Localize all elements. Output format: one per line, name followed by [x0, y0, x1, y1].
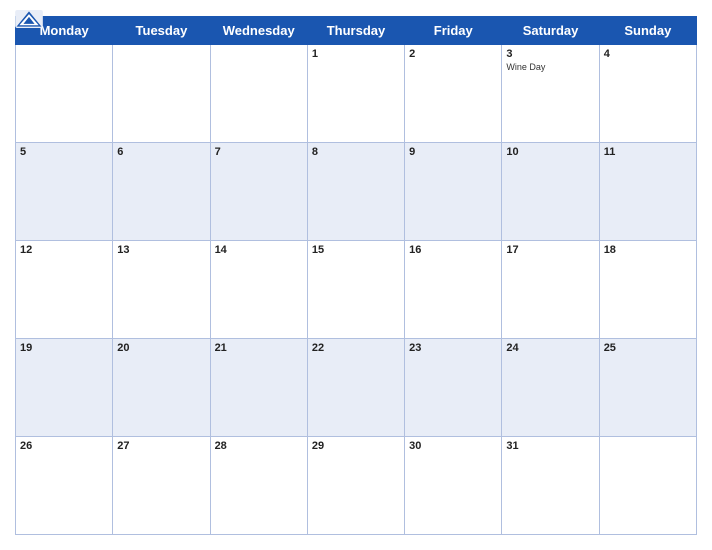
calendar-cell: 30: [405, 437, 502, 535]
calendar-cell: 12: [16, 241, 113, 339]
calendar-cell: 20: [113, 339, 210, 437]
calendar-cell: 1: [307, 45, 404, 143]
day-number: 3: [506, 48, 594, 60]
day-number: 1: [312, 48, 400, 60]
calendar-wrapper: MondayTuesdayWednesdayThursdayFridaySatu…: [0, 0, 712, 550]
day-number: 23: [409, 342, 497, 354]
day-number: 11: [604, 146, 692, 158]
weekday-header-wednesday: Wednesday: [210, 17, 307, 45]
calendar-cell: 15: [307, 241, 404, 339]
logo: [15, 10, 43, 29]
day-number: 20: [117, 342, 205, 354]
calendar-cell: 7: [210, 143, 307, 241]
calendar-cell: 19: [16, 339, 113, 437]
calendar-cell: 22: [307, 339, 404, 437]
day-number: 31: [506, 440, 594, 452]
day-number: 15: [312, 244, 400, 256]
day-number: 10: [506, 146, 594, 158]
calendar-cell: [210, 45, 307, 143]
logo-icon: [15, 10, 43, 28]
calendar-week-row: 123 Wine Day 4: [16, 45, 697, 143]
weekday-header-tuesday: Tuesday: [113, 17, 210, 45]
calendar-cell: 2: [405, 45, 502, 143]
weekday-header-friday: Friday: [405, 17, 502, 45]
calendar-cell: 28: [210, 437, 307, 535]
calendar-cell: [599, 437, 696, 535]
day-number: 24: [506, 342, 594, 354]
calendar-thead: MondayTuesdayWednesdayThursdayFridaySatu…: [16, 17, 697, 45]
weekday-header-thursday: Thursday: [307, 17, 404, 45]
calendar-week-row: 56789 10 11: [16, 143, 697, 241]
weekday-header-sunday: Sunday: [599, 17, 696, 45]
calendar-cell: 6: [113, 143, 210, 241]
calendar-cell: 13: [113, 241, 210, 339]
calendar-cell: 31: [502, 437, 599, 535]
day-number: 16: [409, 244, 497, 256]
calendar-tbody: 123Wine Day45678910111213141516171819202…: [16, 45, 697, 535]
day-number: 25: [604, 342, 692, 354]
calendar-cell: 23: [405, 339, 502, 437]
day-number: 8: [312, 146, 400, 158]
calendar-cell: 18: [599, 241, 696, 339]
day-number: 22: [312, 342, 400, 354]
day-number: 14: [215, 244, 303, 256]
weekday-header-saturday: Saturday: [502, 17, 599, 45]
day-number: 13: [117, 244, 205, 256]
calendar-table: MondayTuesdayWednesdayThursdayFridaySatu…: [15, 16, 697, 535]
calendar-cell: [16, 45, 113, 143]
day-number: 2: [409, 48, 497, 60]
day-number: 26: [20, 440, 108, 452]
day-number: 5: [20, 146, 108, 158]
day-number: 28: [215, 440, 303, 452]
holiday-label: Wine Day: [506, 62, 594, 72]
weekday-header-row: MondayTuesdayWednesdayThursdayFridaySatu…: [16, 17, 697, 45]
day-number: 30: [409, 440, 497, 452]
calendar-cell: 25: [599, 339, 696, 437]
calendar-cell: 16: [405, 241, 502, 339]
calendar-cell: 24: [502, 339, 599, 437]
day-number: 29: [312, 440, 400, 452]
calendar-week-row: 12 13 14 15 16 17 18: [16, 241, 697, 339]
calendar-cell: 3 Wine Day: [502, 45, 599, 143]
calendar-week-row: 19 20 21 22 23 24 25: [16, 339, 697, 437]
calendar-cell: 4: [599, 45, 696, 143]
day-number: 27: [117, 440, 205, 452]
calendar-cell: 11: [599, 143, 696, 241]
calendar-cell: [113, 45, 210, 143]
calendar-cell: 14: [210, 241, 307, 339]
calendar-cell: 27: [113, 437, 210, 535]
calendar-cell: 8: [307, 143, 404, 241]
day-number: 9: [409, 146, 497, 158]
calendar-cell: 29: [307, 437, 404, 535]
day-number: 17: [506, 244, 594, 256]
calendar-cell: 10: [502, 143, 599, 241]
day-number: 7: [215, 146, 303, 158]
day-number: 18: [604, 244, 692, 256]
calendar-week-row: 26 27 28 29 30 31: [16, 437, 697, 535]
day-number: 12: [20, 244, 108, 256]
calendar-cell: 21: [210, 339, 307, 437]
day-number: 19: [20, 342, 108, 354]
calendar-cell: 17: [502, 241, 599, 339]
calendar-cell: 26: [16, 437, 113, 535]
day-number: 6: [117, 146, 205, 158]
day-number: 4: [604, 48, 692, 60]
day-number: 21: [215, 342, 303, 354]
calendar-cell: 5: [16, 143, 113, 241]
calendar-cell: 9: [405, 143, 502, 241]
